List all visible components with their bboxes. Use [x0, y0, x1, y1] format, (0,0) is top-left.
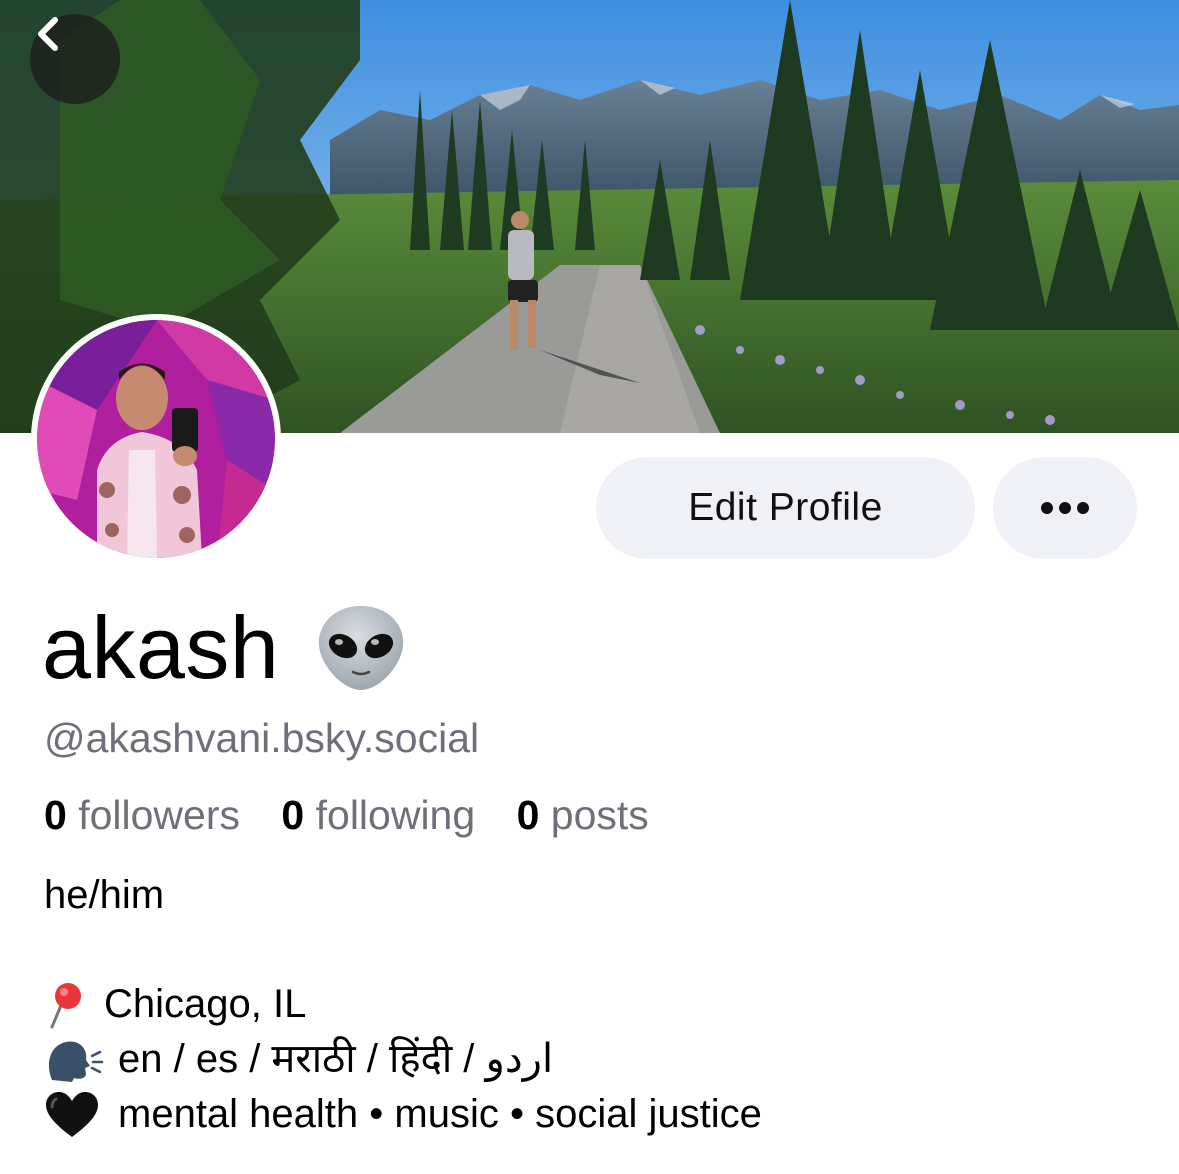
display-name: akash: [42, 598, 280, 697]
posts-stat: 0 posts: [517, 792, 649, 838]
ellipsis-icon: [1041, 502, 1089, 514]
avatar[interactable]: [31, 314, 281, 564]
posts-label: posts: [550, 792, 649, 838]
edit-profile-button[interactable]: Edit Profile: [596, 457, 975, 559]
following-count: 0: [281, 792, 305, 838]
bio-interests-line: mental health • music • social justice: [44, 1087, 1159, 1142]
alien-emoji-icon: [319, 606, 404, 690]
followers-count: 0: [44, 792, 67, 838]
display-name-row: akash: [42, 598, 409, 698]
followers-stat[interactable]: 0 followers: [44, 792, 251, 838]
followers-label: followers: [78, 792, 240, 838]
posts-count: 0: [516, 792, 540, 838]
following-label: following: [315, 792, 476, 838]
back-button[interactable]: [30, 14, 120, 104]
bio-languages-text: en / es / मराठी / हिंदी / اردو: [118, 1037, 554, 1081]
bio-location-line: Chicago, IL: [44, 977, 1159, 1032]
bio-languages-line: en / es / मराठी / हिंदी / اردو: [44, 1032, 1159, 1087]
profile-bio: he/him Chicago, IL en / es / मराठी / हिं…: [44, 868, 1159, 1142]
more-options-button[interactable]: [993, 457, 1137, 559]
profile-handle[interactable]: @akashvani.bsky.social: [44, 713, 479, 763]
bio-spacer: [44, 923, 1159, 977]
black-heart-icon: [44, 1091, 110, 1139]
bio-interests-text: mental health • music • social justice: [118, 1092, 762, 1136]
pushpin-icon: [44, 981, 100, 1029]
bio-location-text: Chicago, IL: [104, 982, 307, 1026]
profile-stats: 0 followers 0 following 0 posts: [44, 790, 679, 840]
following-stat[interactable]: 0 following: [281, 792, 486, 838]
chevron-left-icon: [38, 17, 58, 51]
profile-page: Edit Profile akash @akashvani.bsky.socia…: [0, 0, 1179, 1174]
edit-profile-label: Edit Profile: [688, 486, 883, 529]
avatar-image: [37, 320, 275, 558]
speaking-head-icon: [44, 1036, 110, 1084]
bio-pronouns: he/him: [44, 873, 165, 917]
